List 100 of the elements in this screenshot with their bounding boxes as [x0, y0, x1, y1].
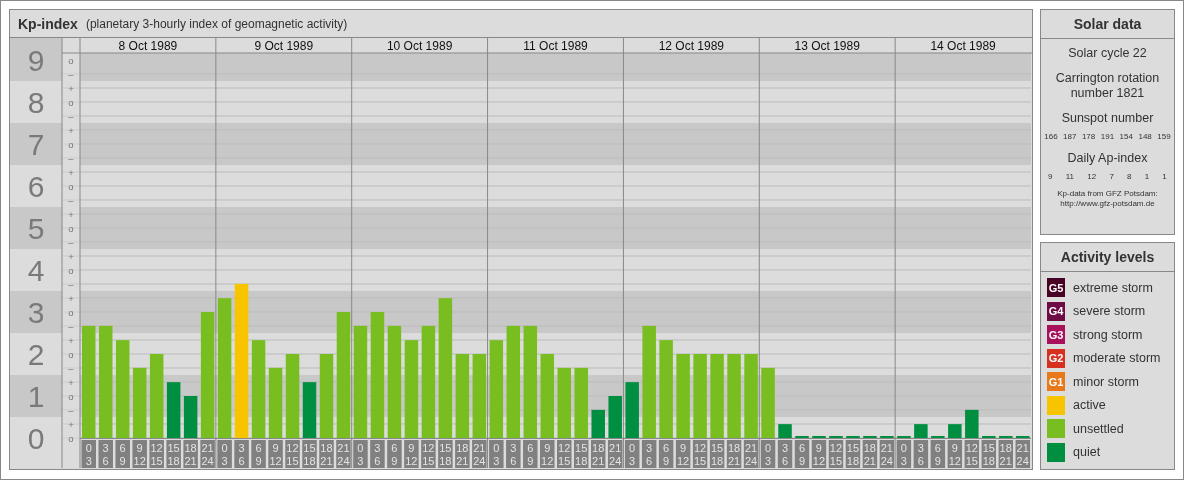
legend-swatch: G5	[1047, 278, 1065, 297]
axis-label: 3	[27, 295, 45, 329]
date-label: 11 Oct 1989	[523, 38, 588, 53]
date-label: 13 Oct 1989	[794, 38, 860, 53]
minor-tick-label: +	[68, 250, 74, 262]
minor-tick-label: +	[68, 166, 74, 178]
hour-label: 0 3	[760, 440, 776, 468]
hour-label: 12 15	[557, 440, 572, 468]
ap-index-value: 8	[1127, 172, 1132, 181]
minor-tick-label: +	[68, 124, 74, 136]
legend-swatch: G1	[1047, 372, 1065, 391]
hour-label: 6 9	[523, 440, 538, 468]
hour-label: 0 3	[353, 440, 368, 468]
carrington-rotation: Carrington rotation number 1821	[1054, 71, 1161, 101]
hour-label: 3 6	[98, 440, 113, 468]
legend-label: unsettled	[1073, 421, 1124, 436]
minor-tick-label: +	[68, 82, 74, 94]
ap-index-label: Daily Ap-index	[1067, 151, 1148, 166]
ap-index-value: 1	[1162, 172, 1167, 181]
hour-label: 15 18	[981, 440, 997, 468]
ap-index-value: 1	[1144, 172, 1150, 181]
minor-tick-label: –	[68, 152, 74, 164]
minor-tick-label: o	[68, 138, 74, 150]
date-label: 12 Oct 1989	[658, 38, 725, 53]
sunspot-number: 148	[1138, 132, 1152, 141]
minor-tick-label: –	[68, 110, 74, 122]
data-credit: Kp-data from GFZ Potsdam:	[1057, 189, 1158, 199]
legend-swatch: G3	[1047, 325, 1065, 344]
hour-label: 3 6	[234, 440, 249, 468]
hour-label: 18 21	[183, 440, 198, 468]
sunspot-number: 159	[1157, 132, 1171, 141]
ap-index-value: 12	[1087, 172, 1097, 181]
hour-label: 9 12	[675, 440, 691, 468]
ap-index-value: 7	[1109, 172, 1114, 181]
hour-label: 9 12	[404, 440, 419, 468]
legend-label: moderate storm	[1073, 351, 1161, 365]
axis-label: 6	[27, 169, 45, 203]
minor-tick-label: +	[68, 376, 74, 388]
hour-label: 15 18	[709, 440, 725, 468]
legend-label: active	[1073, 398, 1106, 412]
hour-label: 15 18	[845, 440, 861, 468]
data-source-link[interactable]: http://www.gfz-potsdam.de	[1060, 199, 1155, 209]
sunspot-label: Sunspot number	[1061, 111, 1154, 126]
hour-label: 18 21	[862, 440, 878, 468]
hour-label: 21 24	[336, 440, 351, 468]
hour-label: 0 3	[81, 440, 96, 468]
hour-label: 15 18	[302, 440, 317, 468]
date-label: 14 Oct 1989	[930, 38, 996, 53]
axis-label: 2	[27, 337, 45, 371]
hour-label: 3 6	[777, 440, 793, 468]
hour-label: 3 6	[641, 440, 657, 468]
minor-tick-label: +	[68, 418, 74, 430]
hour-label: 0 3	[896, 440, 912, 468]
sunspot-number: 154	[1119, 132, 1133, 141]
hour-label: 6 9	[115, 440, 130, 468]
sunspot-number: 191	[1100, 132, 1115, 141]
axis-label: 4	[27, 253, 45, 287]
hour-label: 18 21	[455, 440, 470, 468]
hour-label: 0 3	[217, 440, 232, 468]
hour-label: 18 21	[726, 440, 742, 468]
hour-label: 3 6	[913, 440, 929, 468]
hour-label: 12 15	[421, 440, 436, 468]
hour-label: 21 24	[879, 440, 895, 468]
hour-label: 15 18	[438, 440, 453, 468]
hour-label: 12 15	[149, 440, 164, 468]
hour-label: 6 9	[794, 440, 810, 468]
hour-label: 12 15	[692, 440, 708, 468]
minor-tick-label: o	[68, 54, 74, 66]
hour-label: 18 21	[319, 440, 334, 468]
date-label: 9 Oct 1989	[254, 38, 314, 53]
minor-tick-label: –	[68, 68, 74, 80]
axis-label: 8	[27, 85, 45, 119]
hour-label: 12 15	[285, 440, 300, 468]
minor-tick-label: –	[68, 278, 74, 290]
ap-index-value: 11	[1065, 172, 1075, 181]
hour-label: 21 24	[1015, 440, 1030, 468]
legend-label: strong storm	[1073, 327, 1143, 342]
hour-label: 9 12	[132, 440, 147, 468]
hour-label: 9 12	[540, 440, 555, 468]
minor-tick-label: o	[68, 348, 74, 360]
minor-tick-label: –	[68, 236, 74, 248]
legend-swatch: G4	[1047, 301, 1065, 321]
minor-tick-label: o	[68, 306, 74, 318]
ap-index-value: 9	[1048, 172, 1053, 181]
sunspot-number: 178	[1081, 132, 1096, 141]
hour-label: 21 24	[743, 440, 759, 468]
axis-label: 5	[27, 211, 45, 245]
legend-label: severe storm	[1073, 304, 1146, 318]
sunspot-number: 166	[1044, 132, 1058, 141]
hour-label: 21 24	[607, 440, 623, 468]
minor-tick-label: o	[68, 222, 74, 234]
minor-tick-label: +	[68, 292, 74, 304]
chart-subtitle: (planetary 3-hourly index of geomagnetic activity)	[85, 16, 348, 31]
hour-label: 18 21	[590, 440, 606, 468]
legend-label: extreme storm	[1073, 280, 1153, 295]
legend-swatch: G2	[1047, 348, 1065, 368]
hour-label: 9 12	[268, 440, 283, 468]
date-label: 8 Oct 1989	[118, 38, 178, 53]
hour-label: 21 24	[200, 440, 215, 468]
axis-label: 7	[27, 127, 45, 161]
